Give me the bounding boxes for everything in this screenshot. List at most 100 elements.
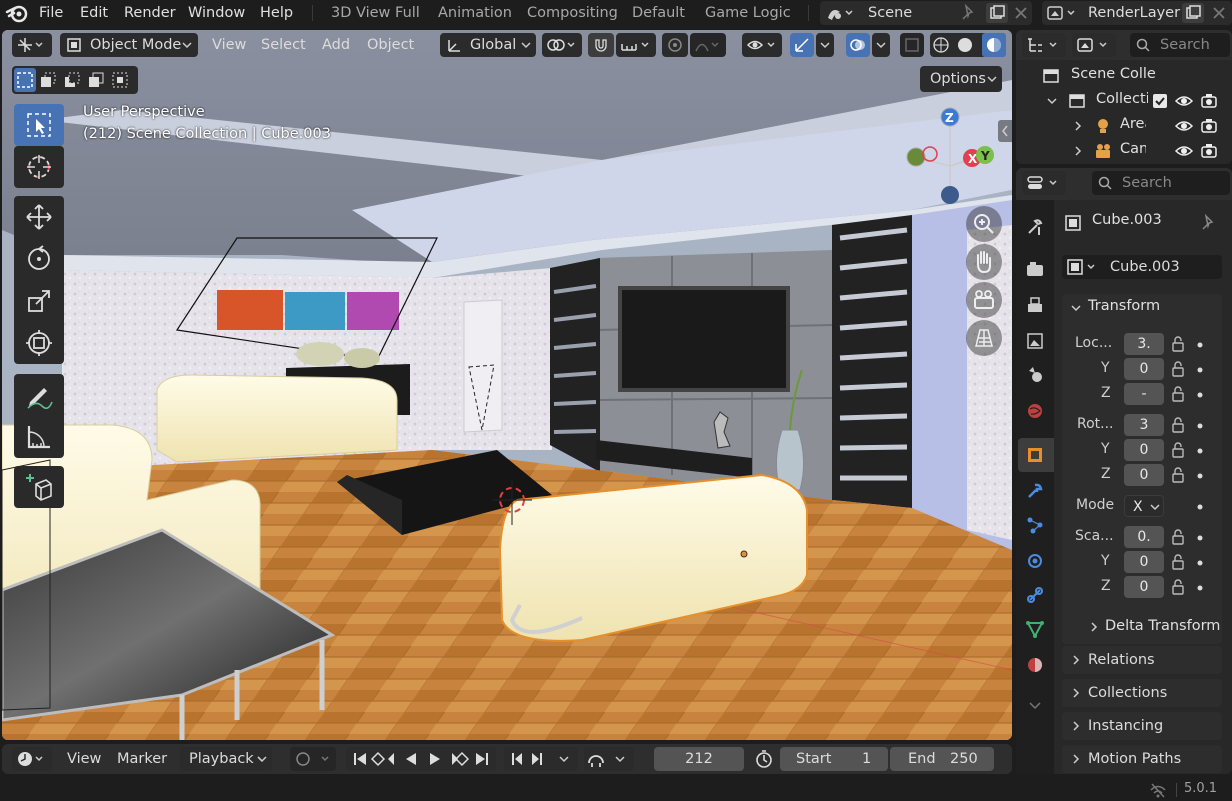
new-scene-icon[interactable] <box>986 3 1008 23</box>
object-datablock-selector[interactable]: Cube.003 <box>1062 255 1222 279</box>
sidebar-toggle-arrow[interactable] <box>998 120 1012 142</box>
overlays-options[interactable] <box>872 33 890 57</box>
tab-scroll-down[interactable] <box>1020 690 1050 720</box>
start-frame-field[interactable]: Start 1 <box>780 747 888 771</box>
scene-selector[interactable]: Scene <box>820 1 1032 25</box>
snap-playhead-toggle[interactable] <box>584 747 634 771</box>
timeline-editor-type[interactable] <box>12 747 52 771</box>
outliner-editor-type[interactable] <box>1022 33 1066 57</box>
workspace-tab-default[interactable]: Default <box>632 0 685 26</box>
properties-editor-type[interactable] <box>1022 171 1066 195</box>
wireframe-shading-icon[interactable] <box>932 36 950 54</box>
panel-instancing[interactable]: Instancing <box>1062 712 1222 740</box>
tab-output[interactable] <box>1020 290 1050 320</box>
tab-modifiers[interactable] <box>1020 476 1050 506</box>
eye-icon[interactable] <box>1174 117 1194 135</box>
location-y-field[interactable]: 0 <box>1124 358 1164 380</box>
tab-view-layer[interactable] <box>1020 326 1050 356</box>
pivot-selector[interactable] <box>542 33 582 57</box>
pan-button[interactable] <box>966 244 1002 280</box>
mode-selector[interactable]: Object Mode <box>60 33 198 57</box>
transform-panel-header[interactable]: Transform <box>1062 294 1222 322</box>
zoom-button[interactable] <box>966 206 1002 242</box>
eye-icon[interactable] <box>1174 142 1194 160</box>
rotation-z-field[interactable]: 0 <box>1124 464 1164 486</box>
tab-constraints[interactable] <box>1020 580 1050 610</box>
delta-transform-subpanel[interactable]: Delta Transform <box>1082 614 1222 640</box>
select-extend-icon[interactable] <box>38 70 58 90</box>
select-difference-icon[interactable] <box>86 70 106 90</box>
tab-particles[interactable] <box>1020 510 1050 540</box>
delete-scene-icon[interactable] <box>1012 4 1030 22</box>
gizmo-toggle[interactable] <box>790 33 814 57</box>
workspace-tab-3d-view-full[interactable]: 3D View Full <box>331 0 420 26</box>
workspace-tab-animation[interactable]: Animation <box>438 0 512 26</box>
outliner-row-scene-collection[interactable]: Scene Colle <box>1016 64 1232 88</box>
rotation-x-field[interactable]: 3 <box>1124 414 1164 436</box>
tool-cursor[interactable] <box>14 146 64 188</box>
tab-object[interactable] <box>1020 440 1050 470</box>
panel-motion-paths[interactable]: Motion Paths <box>1062 745 1222 773</box>
display-mode-selector[interactable] <box>1072 33 1116 57</box>
options-dropdown[interactable]: Options <box>920 66 1002 92</box>
eye-icon[interactable] <box>1174 92 1194 110</box>
visibility-selector[interactable] <box>742 33 782 57</box>
tool-rotate[interactable] <box>14 238 64 280</box>
keyframe-nav-icons[interactable] <box>504 747 578 771</box>
camera-view-button[interactable] <box>966 282 1002 318</box>
keyframe-nav-controls[interactable] <box>504 747 578 771</box>
render-camera-icon[interactable] <box>1200 142 1218 160</box>
tab-data[interactable] <box>1020 614 1050 644</box>
scale-z-field[interactable]: 0 <box>1124 576 1164 598</box>
tool-move[interactable] <box>14 196 64 238</box>
tool-transform[interactable] <box>14 322 64 364</box>
checkbox-icon[interactable] <box>1152 93 1168 109</box>
material-shading-icon[interactable] <box>982 33 1006 57</box>
tool-select-box[interactable] <box>14 104 64 146</box>
proportional-edit-toggle[interactable] <box>662 33 688 57</box>
outliner-row-collection[interactable]: Collecti <box>1016 89 1232 113</box>
tab-material[interactable] <box>1020 650 1050 680</box>
menu-file[interactable]: File <box>39 0 63 26</box>
location-z-field[interactable]: - <box>1124 383 1164 405</box>
tab-physics[interactable] <box>1020 546 1050 576</box>
chevron-right-icon[interactable] <box>1072 145 1084 157</box>
chevron-right-icon[interactable] <box>1072 120 1084 132</box>
outliner-row-camera[interactable]: Can <box>1016 139 1232 163</box>
gizmo-options[interactable] <box>816 33 834 57</box>
render-layer-selector[interactable]: RenderLayer <box>1042 1 1232 25</box>
menu-edit[interactable]: Edit <box>80 0 108 26</box>
timeline-menu-view[interactable]: View <box>67 746 101 772</box>
rotation-y-field[interactable]: 0 <box>1124 439 1164 461</box>
falloff-selector[interactable] <box>690 33 726 57</box>
solid-shading-icon[interactable] <box>956 36 974 54</box>
pin-icon[interactable] <box>960 4 978 22</box>
menu-render[interactable]: Render <box>124 0 176 26</box>
viewport-menu-view[interactable]: View <box>212 33 246 57</box>
current-frame-field[interactable]: 212 <box>654 747 744 771</box>
snap-target-selector[interactable] <box>616 33 656 57</box>
render-camera-icon[interactable] <box>1200 92 1218 110</box>
workspace-tab-compositing[interactable]: Compositing <box>527 0 618 26</box>
blender-logo-icon[interactable] <box>5 3 29 23</box>
viewport-menu-object[interactable]: Object <box>367 33 414 57</box>
editor-type-selector[interactable] <box>12 33 52 57</box>
delete-render-layer-icon[interactable] <box>1210 4 1228 22</box>
scale-x-field[interactable]: 0. <box>1124 526 1164 548</box>
playback-controls[interactable] <box>346 747 496 771</box>
rotation-mode-dropdown[interactable]: X <box>1124 495 1164 517</box>
pin-icon[interactable] <box>1200 214 1218 232</box>
auto-keying-toggle[interactable] <box>290 747 336 771</box>
tool-add-cube[interactable] <box>14 466 64 508</box>
panel-relations[interactable]: Relations <box>1062 646 1222 674</box>
tab-render[interactable] <box>1020 254 1050 284</box>
end-frame-field[interactable]: End 250 <box>890 747 994 771</box>
scale-y-field[interactable]: 0 <box>1124 551 1164 573</box>
tab-tool[interactable] <box>1020 212 1050 242</box>
transport-icons[interactable] <box>346 747 496 771</box>
snap-toggle[interactable] <box>588 33 614 57</box>
new-render-layer-icon[interactable] <box>1182 3 1204 23</box>
shading-selector[interactable] <box>930 33 1006 57</box>
timeline-menu-marker[interactable]: Marker <box>117 746 167 772</box>
workspace-tab-game-logic[interactable]: Game Logic <box>705 0 791 26</box>
